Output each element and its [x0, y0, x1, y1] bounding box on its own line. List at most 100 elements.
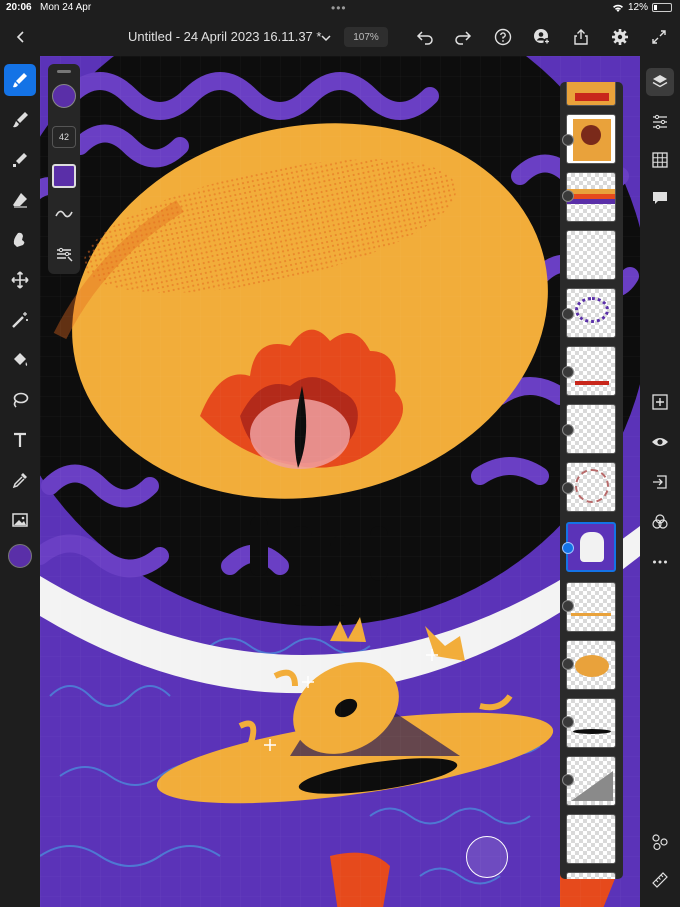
fullscreen-button[interactable]: [646, 24, 672, 50]
layer-mask-icon[interactable]: [562, 658, 574, 670]
blend-icon: [652, 514, 668, 529]
layer-mask-icon[interactable]: [562, 716, 574, 728]
ruler-button[interactable]: [646, 866, 674, 894]
brush-opacity-swatch[interactable]: [52, 164, 76, 188]
chevron-down-icon: [321, 35, 331, 42]
battery-icon: [652, 3, 672, 12]
wifi-icon: [612, 4, 623, 12]
multitasking-dots-icon[interactable]: •••: [331, 1, 347, 15]
blend-mode-button[interactable]: [646, 508, 674, 536]
back-button[interactable]: [8, 24, 34, 50]
tool-fill[interactable]: [4, 344, 36, 376]
image-icon: [12, 513, 28, 527]
fx-button[interactable]: [646, 828, 674, 856]
tool-live-brush[interactable]: [4, 64, 36, 96]
fresco-app: 20:06 Mon 24 Apr ••• 12% Untitled - 24 A…: [0, 0, 680, 907]
layer-mask-icon[interactable]: [562, 424, 574, 436]
redo-icon: [455, 31, 472, 45]
layer-mask-icon[interactable]: [562, 482, 574, 494]
more-button[interactable]: [646, 548, 674, 576]
status-bar: 20:06 Mon 24 Apr ••• 12%: [0, 0, 680, 16]
lasso-icon: [13, 392, 29, 408]
brush-settings-icon[interactable]: [54, 244, 74, 264]
text-icon: [14, 432, 26, 447]
status-time: 20:06: [6, 2, 32, 13]
layer-properties-button[interactable]: [646, 108, 674, 136]
comments-button[interactable]: [646, 184, 674, 212]
brush-settings-panel: 42: [48, 64, 80, 274]
paint-brush-icon: [13, 112, 28, 128]
settings-button[interactable]: [607, 24, 633, 50]
tool-eyedropper[interactable]: [4, 464, 36, 496]
grid-button[interactable]: [646, 146, 674, 174]
layer-mask-icon[interactable]: [562, 366, 574, 378]
tool-eraser[interactable]: [4, 184, 36, 216]
help-button[interactable]: [490, 24, 516, 50]
share-button[interactable]: [568, 24, 594, 50]
tool-place-image[interactable]: [4, 504, 36, 536]
color-picker[interactable]: [8, 544, 32, 568]
artwork: [40, 56, 640, 907]
undo-button[interactable]: [412, 24, 438, 50]
eraser-icon: [13, 193, 27, 208]
panel-grip[interactable]: [57, 70, 71, 73]
layer-mask-icon[interactable]: [562, 600, 574, 612]
add-user-icon: [534, 29, 551, 45]
layer-properties-icon: [653, 114, 667, 130]
move-icon: [11, 271, 29, 289]
brush-size-value[interactable]: 42: [52, 126, 76, 148]
visibility-icon: [652, 438, 668, 446]
pixel-brush-icon: [13, 153, 27, 167]
touch-shortcut-button[interactable]: [466, 836, 508, 878]
layer-mask-icon[interactable]: [562, 134, 574, 146]
redo-button[interactable]: [450, 24, 476, 50]
undo-icon: [416, 31, 433, 45]
tool-pixel-brush[interactable]: [4, 144, 36, 176]
expand-icon: [652, 30, 666, 44]
tool-smudge[interactable]: [4, 224, 36, 256]
tool-move[interactable]: [4, 264, 36, 296]
import-button[interactable]: [646, 468, 674, 496]
title-dropdown-button[interactable]: [313, 25, 339, 51]
tool-lasso[interactable]: [4, 384, 36, 416]
status-date: Mon 24 Apr: [40, 2, 92, 13]
eyedropper-icon: [12, 473, 27, 489]
import-icon: [653, 475, 667, 489]
ruler-icon: [652, 872, 668, 888]
tool-text[interactable]: [4, 424, 36, 456]
layers-panel: [560, 82, 623, 879]
layer-mask-icon[interactable]: [562, 774, 574, 786]
layer-thumbnail[interactable]: [566, 872, 616, 879]
help-icon: [494, 28, 512, 46]
share-icon: [574, 29, 588, 45]
add-layer-button[interactable]: [646, 388, 674, 416]
layer-thumbnail[interactable]: [566, 82, 616, 106]
fx-icon: [652, 834, 668, 851]
drawing-canvas[interactable]: [40, 56, 640, 907]
layer-thumbnail[interactable]: [566, 814, 616, 864]
layer-thumbnail[interactable]: [566, 230, 616, 280]
top-toolbar: Untitled - 24 April 2023 16.11.37 * 107%: [0, 18, 680, 56]
battery-percent: 12%: [627, 2, 648, 13]
brush-size-preview[interactable]: [52, 84, 76, 108]
right-toolbar: [640, 56, 680, 907]
layer-mask-icon[interactable]: [562, 542, 574, 554]
layers-button[interactable]: [646, 68, 674, 96]
invite-button[interactable]: [529, 24, 555, 50]
more-icon: [653, 560, 667, 564]
brush-stroke-icon[interactable]: [54, 204, 74, 224]
tool-magic-wand[interactable]: [4, 304, 36, 336]
add-layer-icon: [652, 394, 668, 410]
brush-icon: [13, 73, 27, 88]
visibility-button[interactable]: [646, 428, 674, 456]
layer-mask-icon[interactable]: [562, 190, 574, 202]
grid-icon: [652, 152, 668, 168]
magic-wand-icon: [12, 312, 28, 328]
layer-mask-icon[interactable]: [562, 308, 574, 320]
tool-paint-brush[interactable]: [4, 104, 36, 136]
layers-icon: [652, 75, 668, 88]
gear-icon: [612, 29, 628, 45]
zoom-level[interactable]: 107%: [344, 27, 388, 47]
document-title[interactable]: Untitled - 24 April 2023 16.11.37 *: [128, 29, 321, 44]
status-right: 12%: [612, 2, 672, 13]
